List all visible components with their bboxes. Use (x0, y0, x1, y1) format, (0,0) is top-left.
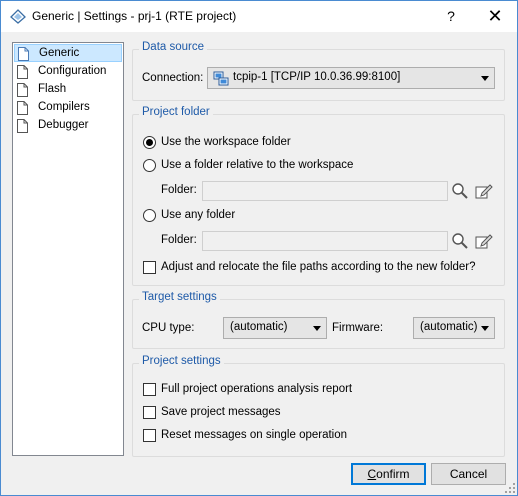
search-icon[interactable] (451, 232, 469, 250)
firmware-dropdown[interactable]: (automatic) (413, 317, 495, 339)
nav-item-flash[interactable]: Flash (14, 81, 122, 99)
settings-nav-list: Generic Configuration Flash Compilers De… (12, 42, 124, 456)
window-title: Generic | Settings - prj-1 (RTE project) (32, 9, 237, 23)
page-icon (17, 119, 28, 133)
title-bar: Generic | Settings - prj-1 (RTE project)… (1, 1, 517, 32)
nav-item-label: Configuration (38, 65, 107, 77)
cpu-type-label: CPU type: (142, 322, 195, 334)
edit-icon[interactable] (475, 232, 493, 250)
adjust-paths-label: Adjust and relocate the file paths accor… (161, 261, 476, 273)
search-icon[interactable] (451, 182, 469, 200)
confirm-button[interactable]: Confirm (351, 463, 426, 485)
full-report-label: Full project operations analysis report (161, 383, 353, 395)
use-any-folder-label: Use any folder (161, 209, 236, 221)
cancel-button[interactable]: Cancel (431, 463, 506, 485)
any-folder-field[interactable] (202, 231, 448, 251)
use-workspace-folder-label: Use the workspace folder (161, 136, 291, 148)
resize-grip-icon[interactable] (504, 482, 516, 494)
reset-messages-label: Reset messages on single operation (161, 429, 348, 441)
cpu-type-dropdown[interactable]: (automatic) (223, 317, 327, 339)
page-icon (17, 101, 28, 115)
group-legend: Data source (139, 41, 208, 53)
connection-label: Connection: (142, 72, 204, 84)
page-icon (17, 65, 28, 79)
nav-item-label: Compilers (38, 101, 90, 113)
cpu-type-value: (automatic) (230, 321, 288, 333)
use-relative-folder-label: Use a folder relative to the workspace (161, 159, 354, 171)
adjust-paths-checkbox[interactable] (143, 261, 156, 274)
nav-item-generic[interactable]: Generic (14, 44, 122, 62)
nav-item-label: Generic (39, 47, 80, 59)
use-any-folder-radio[interactable] (143, 209, 156, 222)
confirm-accelerator: C (367, 467, 377, 481)
confirm-label: onfirm (376, 467, 410, 481)
group-legend: Project folder (139, 106, 213, 118)
folder-label-any: Folder: (161, 234, 197, 246)
nav-item-compilers[interactable]: Compilers (14, 99, 122, 117)
reset-messages-checkbox[interactable] (143, 429, 156, 442)
group-legend: Target settings (139, 291, 220, 303)
nav-item-label: Debugger (38, 119, 89, 131)
settings-dialog: Generic | Settings - prj-1 (RTE project)… (0, 0, 518, 496)
network-connection-icon (213, 71, 229, 86)
chevron-down-icon (481, 76, 489, 81)
use-relative-folder-radio[interactable] (143, 159, 156, 172)
connection-dropdown[interactable]: tcpip-1 [TCP/IP 10.0.36.99:8100] (207, 67, 495, 89)
relative-folder-field[interactable] (202, 181, 448, 201)
nav-item-debugger[interactable]: Debugger (14, 117, 122, 135)
help-button[interactable]: ? (433, 1, 469, 32)
connection-value: tcpip-1 [TCP/IP 10.0.36.99:8100] (233, 71, 401, 83)
close-button[interactable]: ✕ (473, 1, 517, 32)
page-icon (17, 83, 28, 97)
nav-item-configuration[interactable]: Configuration (14, 63, 122, 81)
firmware-value: (automatic) (420, 321, 478, 333)
save-messages-label: Save project messages (161, 406, 281, 418)
nav-item-label: Flash (38, 83, 67, 95)
folder-label-relative: Folder: (161, 184, 197, 196)
page-icon (18, 47, 29, 61)
chevron-down-icon (313, 326, 321, 331)
full-report-checkbox[interactable] (143, 383, 156, 396)
use-workspace-folder-radio[interactable] (143, 136, 156, 149)
chevron-down-icon (481, 326, 489, 331)
app-icon (10, 9, 26, 24)
save-messages-checkbox[interactable] (143, 406, 156, 419)
edit-icon[interactable] (475, 182, 493, 200)
firmware-label: Firmware: (332, 322, 384, 334)
group-legend: Project settings (139, 355, 224, 367)
